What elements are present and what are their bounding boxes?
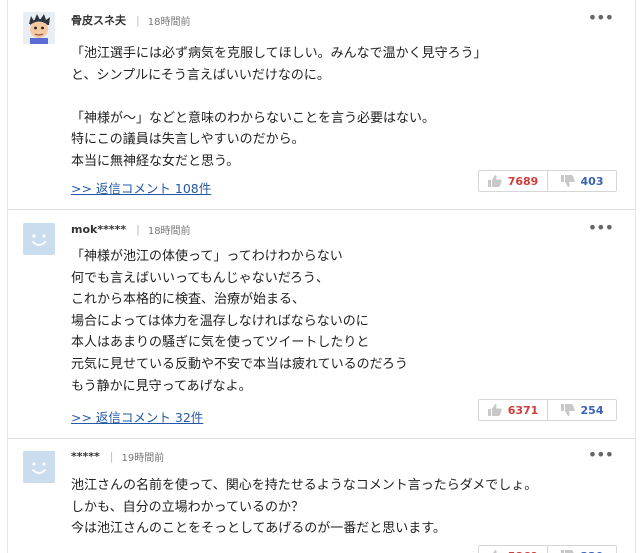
comment-item: 骨皮スネ夫 | 18時間前 ••• 「池江選手には必ず病気を克服してほしい。みん… — [8, 0, 635, 205]
comment-line: 何でも言えばいいってもんじゃないだろう、 — [71, 270, 329, 286]
thumbs-up-icon — [487, 175, 502, 187]
default-face-avatar[interactable] — [23, 451, 55, 483]
comment-header: ***** | 19時間前 — [71, 446, 164, 466]
dislike-button[interactable]: 254 — [548, 400, 616, 420]
comment-line: と、シンプルにそう言えばいいだけなのに。 — [71, 67, 330, 83]
comment-line: 「神様が池江の体使って」ってわけわからない — [71, 249, 343, 264]
comment-line: 本人はあまりの騒ぎに気を使ってツイートしたりと — [71, 335, 370, 351]
comment-line: 今は池江さんのことをそっとしてあげるのが一番だと思います。 — [71, 521, 446, 537]
comment-header: 骨皮スネ夫 | 18時間前 — [71, 10, 190, 30]
dislike-count: 254 — [580, 403, 604, 417]
comment-line: 「神様が～」などと意味のわからないことを言う必要はない。 — [71, 110, 436, 126]
comment-line: 元気に見せている反動や不安で本当は疲れているのだろう — [71, 356, 408, 372]
comment-time: 19時間前 — [121, 452, 165, 464]
header-separator: | — [136, 13, 140, 27]
comment-time: 18時間前 — [147, 225, 191, 237]
comment-author[interactable]: mok***** — [71, 223, 126, 236]
thumbs-up-icon — [487, 404, 502, 416]
header-separator: | — [109, 449, 114, 463]
more-options-icon[interactable]: ••• — [588, 445, 614, 464]
comment-line: しかも、自分の立場わかっているのか？ — [71, 499, 304, 515]
thumbs-down-icon — [560, 175, 575, 187]
comment-author[interactable]: 骨皮スネ夫 — [71, 12, 126, 28]
header-separator: | — [136, 222, 140, 236]
cartoon-boy-avatar[interactable] — [23, 12, 55, 44]
dislike-button[interactable]: 229 — [548, 546, 616, 553]
like-button[interactable]: 6371 — [479, 400, 548, 420]
comment-header: mok***** | 18時間前 — [71, 219, 191, 239]
like-button[interactable]: 7689 — [479, 171, 548, 191]
like-count: 7689 — [507, 174, 539, 188]
comment-line — [71, 86, 611, 108]
vote-buttons: 5861 229 — [478, 545, 617, 553]
comment-line: 特にこの議員は失言しやすいのだから。 — [71, 132, 305, 148]
dislike-count: 229 — [581, 550, 604, 553]
like-count: 6371 — [507, 403, 539, 417]
more-options-icon[interactable]: ••• — [588, 218, 614, 237]
comment-author[interactable]: ***** — [71, 450, 100, 463]
reply-count-link[interactable]: >> 返信コメント 32件 — [71, 407, 203, 426]
comment-line: 場合によっては体力を温存しなければならないのに — [71, 313, 369, 329]
comment-line: これから本格的に検査、治療が始まる、 — [71, 292, 306, 308]
comment-list: 骨皮スネ夫 | 18時間前 ••• 「池江選手には必ず病気を克服してほしい。みん… — [7, 0, 636, 553]
comment-line: もう静かに見守ってあげなよ。 — [71, 378, 252, 394]
comment-line: 池江さんの名前を使って、関心を持たせるようなコメント言ったらダメでしょ。 — [71, 478, 538, 493]
dislike-count: 403 — [580, 174, 604, 188]
thumbs-down-icon — [560, 404, 575, 416]
comment-time: 18時間前 — [147, 16, 191, 28]
comment-body: 「池江選手には必ず病気を克服してほしい。みんなで温かく見守ろう」 と、シンプルに… — [71, 43, 611, 173]
comment-body: 池江さんの名前を使って、関心を持たせるようなコメント言ったらダメでしょ。 しかも… — [71, 475, 616, 540]
comment-body: 「神様が池江の体使って」ってわけわからない 何でも言えばいいってもんじゃないだろ… — [71, 246, 611, 397]
like-button[interactable]: 5861 — [479, 546, 548, 553]
dislike-button[interactable]: 403 — [548, 171, 616, 191]
comment-item: mok***** | 18時間前 ••• 「神様が池江の体使って」ってわけわから… — [8, 209, 635, 434]
like-count: 5861 — [508, 550, 539, 553]
comment-item: ***** | 19時間前 ••• 池江さんの名前を使って、関心を持たせるような… — [8, 438, 635, 553]
comment-line: 「池江選手には必ず病気を克服してほしい。みんなで温かく見守ろう」 — [71, 46, 487, 61]
reply-count-link[interactable]: >> 返信コメント 108件 — [71, 178, 211, 197]
vote-buttons: 7689 403 — [478, 170, 617, 192]
more-options-icon[interactable]: ••• — [588, 8, 614, 27]
vote-buttons: 6371 254 — [478, 399, 617, 421]
default-face-avatar[interactable] — [23, 223, 55, 255]
